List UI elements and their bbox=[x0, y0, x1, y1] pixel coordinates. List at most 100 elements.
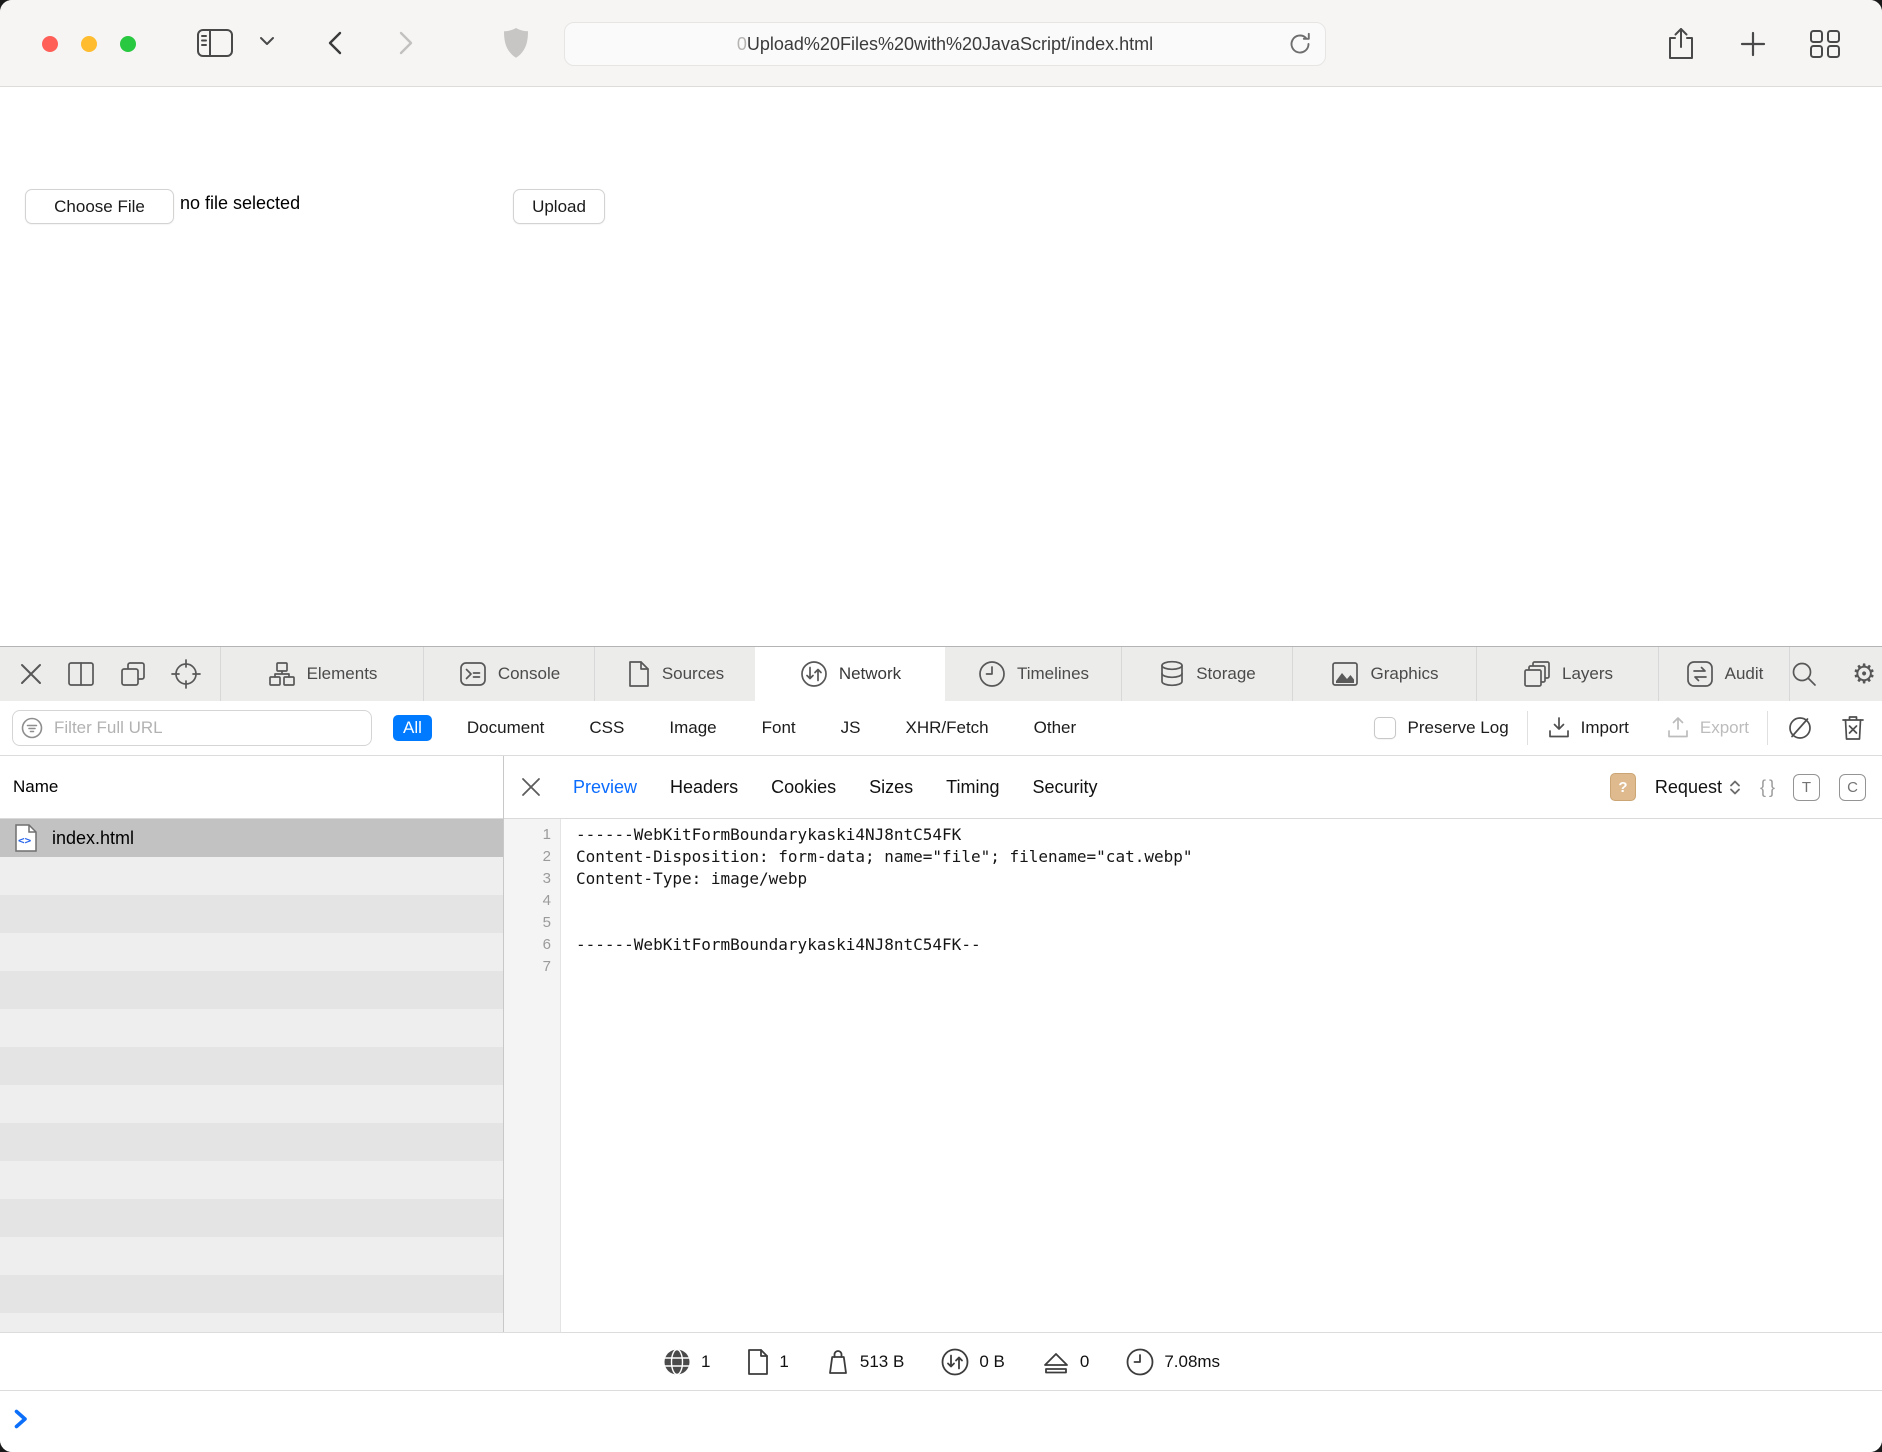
quick-console[interactable] bbox=[0, 1390, 1882, 1452]
chevron-down-icon[interactable] bbox=[258, 35, 276, 47]
code-line: 3Content-Type: image/webp bbox=[504, 867, 1882, 889]
tab-overview-icon[interactable] bbox=[1808, 29, 1842, 59]
status-load-time: 7.08ms bbox=[1125, 1347, 1220, 1377]
content-mode-button[interactable]: C bbox=[1839, 774, 1866, 801]
tab-layers[interactable]: Layers bbox=[1477, 647, 1659, 701]
preserve-log-label: Preserve Log bbox=[1408, 718, 1509, 738]
traffic-lights bbox=[42, 36, 136, 52]
filter-other[interactable]: Other bbox=[1024, 715, 1087, 741]
detach-window-icon[interactable] bbox=[118, 659, 148, 689]
transfer-icon bbox=[940, 1347, 970, 1377]
code-line: 7 bbox=[504, 955, 1882, 977]
pretty-print-icon[interactable]: { } bbox=[1760, 777, 1774, 798]
status-memory: 0 bbox=[1041, 1348, 1089, 1376]
sidebar-toggle-icon[interactable] bbox=[196, 27, 234, 59]
privacy-shield-icon[interactable] bbox=[500, 26, 532, 60]
filter-bar-right: Preserve Log Import Export bbox=[1374, 711, 1882, 745]
element-picker-icon[interactable] bbox=[170, 658, 202, 690]
name-column-header[interactable]: Name bbox=[0, 756, 503, 819]
request-response-selector[interactable]: Request bbox=[1655, 777, 1741, 798]
filter-url-input-wrap bbox=[12, 710, 372, 746]
tab-storage[interactable]: Storage bbox=[1122, 647, 1293, 701]
globe-icon bbox=[662, 1347, 692, 1377]
filter-all[interactable]: All bbox=[393, 715, 432, 741]
export-label: Export bbox=[1700, 718, 1749, 738]
filter-image[interactable]: Image bbox=[659, 715, 726, 741]
tab-elements[interactable]: Elements bbox=[221, 647, 424, 701]
table-row-index-html[interactable]: <> index.html bbox=[0, 819, 503, 857]
divider bbox=[1527, 711, 1528, 745]
disable-caches-icon[interactable] bbox=[1786, 714, 1814, 742]
resource-type-filters: All Document CSS Image Font JS XHR/Fetch… bbox=[393, 715, 1086, 741]
status-transferred: 0 B bbox=[940, 1347, 1005, 1377]
reload-icon[interactable] bbox=[1287, 31, 1313, 57]
elements-icon bbox=[267, 660, 297, 688]
tab-network[interactable]: Network bbox=[755, 647, 945, 701]
tab-security[interactable]: Security bbox=[1032, 777, 1097, 798]
new-tab-icon[interactable] bbox=[1738, 29, 1768, 59]
preview-content[interactable]: 1------WebKitFormBoundarykaski4NJ8ntC54F… bbox=[504, 819, 1882, 1332]
tab-sources[interactable]: Sources bbox=[595, 647, 755, 701]
clear-network-items-icon[interactable] bbox=[1840, 714, 1866, 742]
tab-headers[interactable]: Headers bbox=[670, 777, 738, 798]
browser-toolbar: 0Upload%20Files%20with%20JavaScript/inde… bbox=[0, 0, 1882, 87]
tab-graphics[interactable]: Graphics bbox=[1293, 647, 1477, 701]
tab-timing[interactable]: Timing bbox=[946, 777, 999, 798]
text-mode-button[interactable]: T bbox=[1793, 774, 1820, 801]
filter-js[interactable]: JS bbox=[831, 715, 871, 741]
console-icon bbox=[458, 660, 488, 688]
svg-text:<>: <> bbox=[18, 834, 32, 847]
import-label[interactable]: Import bbox=[1581, 718, 1629, 738]
filter-document[interactable]: Document bbox=[457, 715, 554, 741]
filter-xhr-fetch[interactable]: XHR/Fetch bbox=[895, 715, 998, 741]
dock-side-icon[interactable] bbox=[66, 660, 96, 688]
html-document-icon: <> bbox=[13, 823, 39, 853]
tab-cookies[interactable]: Cookies bbox=[771, 777, 836, 798]
preserve-log-checkbox[interactable] bbox=[1374, 717, 1396, 739]
requests-panel: Name <> index.html bbox=[0, 756, 504, 1332]
eject-icon bbox=[1041, 1348, 1071, 1376]
code-line: 1------WebKitFormBoundarykaski4NJ8ntC54F… bbox=[504, 823, 1882, 845]
filter-font[interactable]: Font bbox=[752, 715, 806, 741]
web-page-content: Choose File no file selected Upload bbox=[0, 87, 1882, 646]
filter-css[interactable]: CSS bbox=[579, 715, 634, 741]
gear-icon[interactable]: ⚙︎ bbox=[1852, 661, 1876, 688]
tab-console[interactable]: Console bbox=[424, 647, 595, 701]
export-icon bbox=[1665, 715, 1691, 741]
web-inspector: Elements Console Sources Network Timelin… bbox=[0, 646, 1882, 1452]
search-icon[interactable] bbox=[1790, 660, 1818, 688]
share-icon[interactable] bbox=[1664, 25, 1698, 63]
weight-icon bbox=[825, 1348, 851, 1376]
tab-audit[interactable]: Audit bbox=[1659, 647, 1790, 701]
help-badge[interactable]: ? bbox=[1610, 773, 1636, 801]
forward-button[interactable] bbox=[394, 29, 416, 57]
close-inspector-icon[interactable] bbox=[18, 661, 44, 687]
code-line: 4 bbox=[504, 889, 1882, 911]
close-window-button[interactable] bbox=[42, 36, 58, 52]
tab-preview[interactable]: Preview bbox=[573, 777, 637, 798]
network-main-area: Name <> index.html Preview Headers Cooki… bbox=[0, 756, 1882, 1332]
divider bbox=[1767, 711, 1768, 745]
filter-url-input[interactable] bbox=[52, 717, 346, 739]
status-domains: 1 bbox=[662, 1347, 710, 1377]
upload-button[interactable]: Upload bbox=[513, 189, 605, 224]
inspector-controls bbox=[0, 647, 221, 701]
updown-chevrons-icon bbox=[1729, 780, 1741, 795]
close-detail-icon[interactable] bbox=[520, 776, 542, 798]
import-icon[interactable] bbox=[1546, 715, 1572, 741]
zoom-window-button[interactable] bbox=[120, 36, 136, 52]
document-icon bbox=[746, 1348, 770, 1376]
back-button[interactable] bbox=[325, 29, 347, 57]
tab-timelines[interactable]: Timelines bbox=[945, 647, 1122, 701]
url-address-field[interactable]: 0Upload%20Files%20with%20JavaScript/inde… bbox=[564, 22, 1326, 66]
minimize-window-button[interactable] bbox=[81, 36, 97, 52]
inspector-tabbar-right: ⚙︎ bbox=[1790, 647, 1882, 701]
detail-tabs: Preview Headers Cookies Sizes Timing Sec… bbox=[573, 777, 1098, 798]
status-resources: 1 bbox=[746, 1348, 788, 1376]
audit-icon bbox=[1685, 659, 1715, 689]
choose-file-button[interactable]: Choose File bbox=[25, 189, 174, 224]
status-size: 513 B bbox=[825, 1348, 904, 1376]
tab-sizes[interactable]: Sizes bbox=[869, 777, 913, 798]
safari-window: 0Upload%20Files%20with%20JavaScript/inde… bbox=[0, 0, 1882, 1452]
preview-lines: 1------WebKitFormBoundarykaski4NJ8ntC54F… bbox=[504, 823, 1882, 977]
